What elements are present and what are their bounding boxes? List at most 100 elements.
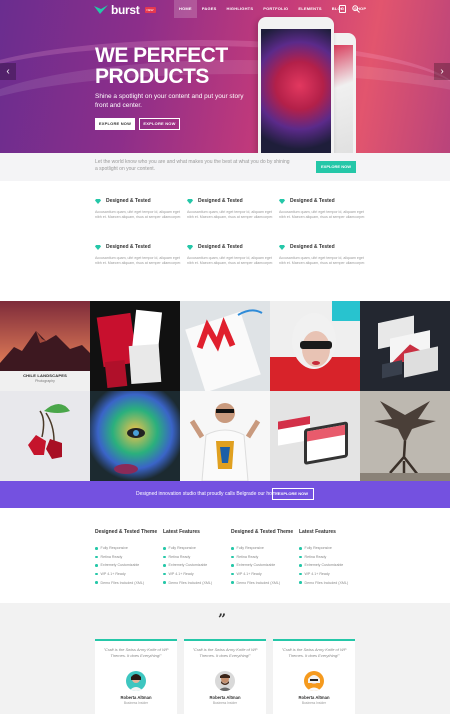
intro-text: Let the world know who you are and what … — [95, 159, 290, 172]
phone-mockup-front — [258, 17, 334, 153]
feature-title: Designed & Tested — [290, 244, 335, 250]
feature-description: Accusantium quam, ultri eget tempor id, … — [187, 256, 274, 265]
list-item: Fully Responsive — [163, 544, 227, 553]
nav-item-pages[interactable]: PAGES — [197, 0, 222, 18]
list-item: Retina Ready — [231, 553, 295, 562]
woman-portrait-image — [270, 301, 360, 391]
feature-description: Accusantium quam, ultri eget tempor id, … — [279, 256, 366, 265]
portfolio-item-branding[interactable] — [180, 301, 270, 391]
list-title: Latest Features — [299, 529, 336, 535]
feature-title: Designed & Tested — [198, 244, 243, 250]
portfolio-item-cherry[interactable] — [0, 391, 90, 481]
feature-title: Designed & Tested — [106, 244, 151, 250]
list-item: Retina Ready — [299, 553, 363, 562]
testimonial-role: Business Insider — [301, 701, 327, 705]
feature-title: Designed & Tested — [106, 198, 151, 204]
diamond-icon — [279, 198, 285, 204]
testimonial-name: Roberta Altman — [298, 695, 330, 700]
bullet-icon — [163, 572, 166, 576]
feature-item: Designed & Tested Accusantium quam, ultr… — [279, 244, 367, 268]
bullet-icon — [95, 547, 98, 550]
logo-badge: NEW — [144, 7, 156, 13]
bullet-icon — [299, 572, 302, 576]
feature-description: Accusantium quam, ultri eget tempor id, … — [95, 210, 182, 219]
hero-explore-button[interactable]: EXPLORE NOW — [95, 118, 135, 130]
list-item: Demo Files Included (XML) — [95, 578, 159, 587]
bullet-icon — [163, 581, 166, 584]
portfolio-item-category: Photography — [35, 379, 55, 383]
search-icon[interactable] — [352, 5, 360, 13]
list-title: Designed & Tested Theme — [231, 529, 294, 535]
testimonial-quote: "Craft is the Swiss Army Knife of WP The… — [281, 647, 347, 658]
portfolio-item-books[interactable] — [90, 301, 180, 391]
list-item: WP 4.1+ Ready — [163, 570, 227, 579]
logo-text: burst — [111, 3, 140, 17]
portfolio-item-bird-tree[interactable] — [360, 391, 450, 481]
list-item: Demo Files Included (XML) — [231, 578, 295, 587]
hero-slider: burst NEW HOME PAGES HIGHLIGHTS PORTFOLI… — [0, 0, 450, 153]
bullet-icon — [163, 547, 166, 550]
portfolio-item-app-mockups[interactable] — [360, 301, 450, 391]
colorful-face-image — [90, 391, 180, 481]
site-logo[interactable]: burst NEW — [94, 3, 156, 17]
diamond-icon — [187, 244, 193, 250]
list-item: Extremely Customizable — [231, 561, 295, 570]
list-column: Designed & Tested Theme Fully Responsive… — [231, 529, 295, 587]
cart-icon[interactable]: 0 — [339, 5, 346, 13]
features-grid: Designed & Tested Accusantium quam, ultr… — [95, 198, 370, 268]
list-item: WP 4.1+ Ready — [231, 570, 295, 579]
avatar — [304, 671, 324, 691]
feature-item: Designed & Tested Accusantium quam, ultr… — [187, 198, 275, 222]
book-mockup-image — [96, 309, 163, 388]
testimonial-role: Business Insider — [212, 701, 238, 705]
portfolio-item-sunglasses[interactable] — [270, 301, 360, 391]
avatar — [215, 671, 235, 691]
list-item: WP 4.1+ Ready — [299, 570, 363, 579]
portfolio-item-title: CHILE LANDSCAPES — [23, 373, 67, 378]
list-title: Latest Features — [163, 529, 200, 535]
cta-bar: Designed innovation studio that proudly … — [0, 481, 450, 508]
feature-description: Accusantium quam, ultri eget tempor id, … — [279, 210, 366, 219]
hero-explore-outline-button[interactable]: EXPLORE NOW — [139, 118, 180, 130]
diamond-icon — [187, 198, 193, 204]
feature-item: Designed & Tested Accusantium quam, ultr… — [95, 244, 183, 268]
bullet-icon — [231, 555, 234, 559]
hero-title: WE PERFECT PRODUCTS — [95, 45, 228, 87]
bird-tree-image — [360, 401, 450, 481]
bullet-icon — [299, 564, 302, 567]
feature-description: Accusantium quam, ultri eget tempor id, … — [95, 256, 182, 265]
testimonials-section: ” "Craft is the Swiss Army Knife of WP T… — [0, 603, 450, 714]
feature-description: Accusantium quam, ultri eget tempor id, … — [187, 210, 274, 219]
bullet-icon — [163, 555, 166, 559]
list-column: Designed & Tested Theme Fully Responsive… — [95, 529, 159, 587]
slider-next-arrow-icon[interactable]: › — [434, 63, 450, 80]
list-item: Demo Files Included (XML) — [163, 578, 227, 587]
hero-subtitle: Shine a spotlight on your content and pu… — [95, 93, 244, 109]
list-item: Retina Ready — [95, 553, 159, 562]
list-title: Designed & Tested Theme — [95, 529, 158, 535]
portfolio-item-tablet[interactable] — [270, 391, 360, 481]
bullet-icon — [163, 564, 166, 567]
testimonial-role: Business Insider — [123, 701, 149, 705]
nav-item-home[interactable]: HOME — [174, 0, 197, 18]
nav-item-portfolio[interactable]: PORTFOLIO — [258, 0, 293, 18]
list-item: Fully Responsive — [231, 544, 295, 553]
bullet-icon — [231, 581, 234, 584]
portfolio-item-chile-landscapes[interactable]: CHILE LANDSCAPES Photography — [0, 301, 90, 391]
intro-explore-button[interactable]: EXPLORE NOW — [316, 161, 356, 173]
portfolio-item-painted-face[interactable] — [90, 391, 180, 481]
man-tshirt-image — [189, 403, 261, 481]
logo-mark-icon — [94, 5, 108, 14]
testimonial-card: "Craft is the Swiss Army Knife of WP The… — [184, 639, 266, 714]
screens-mockup-image — [378, 315, 438, 379]
nav-item-elements[interactable]: ELEMENTS — [293, 0, 326, 18]
slider-prev-arrow-icon[interactable]: ‹ — [0, 63, 16, 80]
list-column: Latest Features Fully Responsive Retina … — [163, 529, 227, 587]
list-column: Latest Features Fully Responsive Retina … — [299, 529, 363, 587]
testimonial-quote: "Craft is the Swiss Army Knife of WP The… — [192, 647, 258, 658]
bullet-icon — [95, 564, 98, 567]
cta-explore-button[interactable]: EXPLORE NOW — [272, 488, 314, 500]
nav-item-highlights[interactable]: HIGHLIGHTS — [222, 0, 259, 18]
testimonial-quote: "Craft is the Swiss Army Knife of WP The… — [103, 647, 169, 658]
portfolio-item-tshirt[interactable] — [180, 391, 270, 481]
